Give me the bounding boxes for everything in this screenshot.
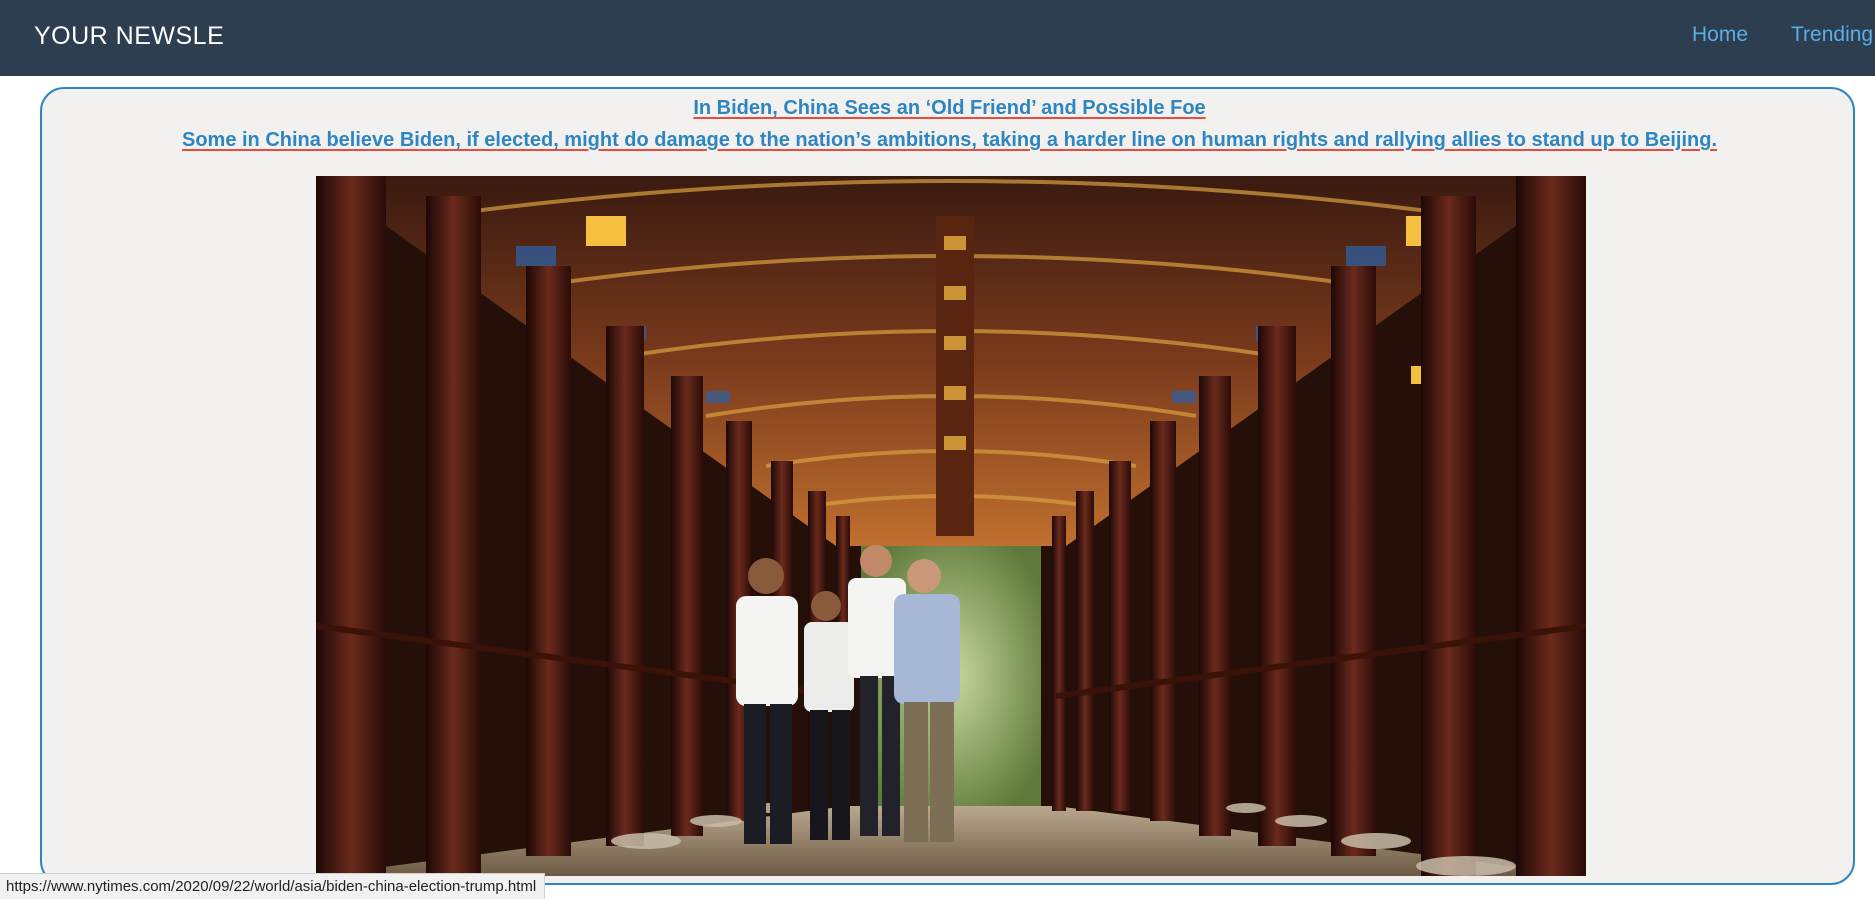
site-brand[interactable]: YOUR NEWSLE: [34, 22, 224, 51]
article-photo[interactable]: [316, 176, 1586, 876]
article-title-link[interactable]: In Biden, China Sees an ‘Old Friend’ and…: [42, 97, 1853, 120]
top-navbar: YOUR NEWSLE Home Trending: [0, 0, 1875, 76]
nav-link-home[interactable]: Home: [1692, 23, 1748, 47]
corridor-photo-illustration: [316, 176, 1586, 876]
article-card: In Biden, China Sees an ‘Old Friend’ and…: [40, 87, 1855, 885]
browser-status-bar: https://www.nytimes.com/2020/09/22/world…: [0, 873, 546, 899]
nav-link-trending[interactable]: Trending: [1791, 23, 1873, 47]
article-summary-link[interactable]: Some in China believe Biden, if elected,…: [42, 129, 1853, 152]
